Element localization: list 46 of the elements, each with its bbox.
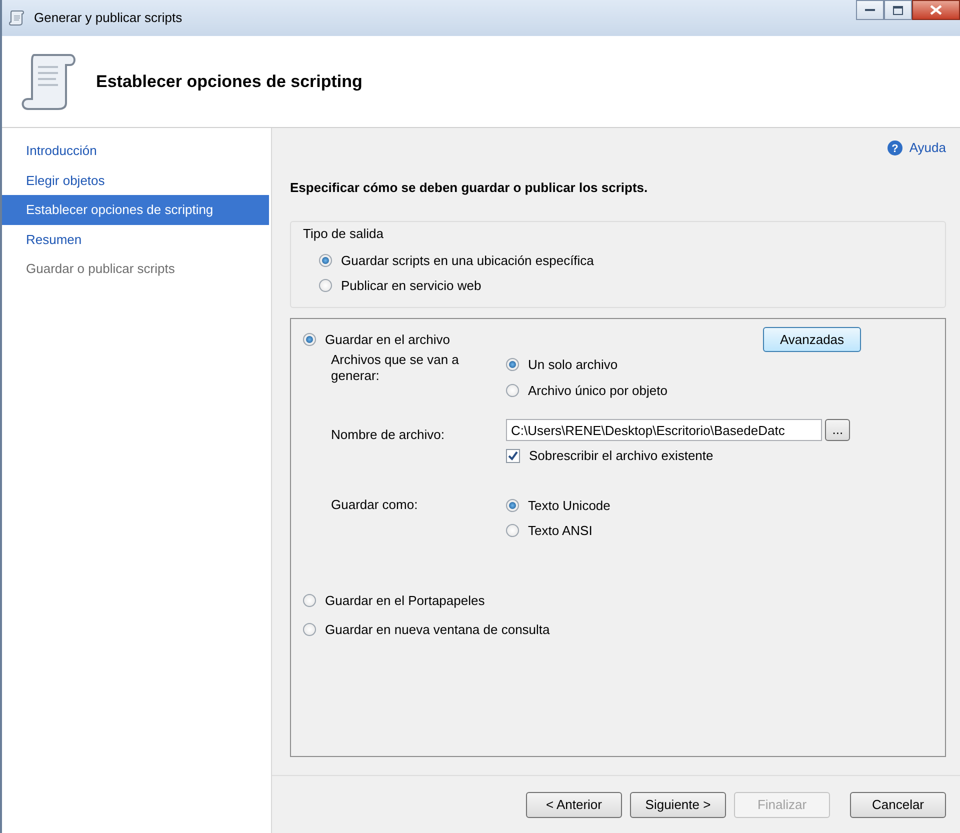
radio-button[interactable] [303, 623, 316, 636]
radio-label: Publicar en servicio web [341, 277, 482, 295]
page-title: Establecer opciones de scripting [96, 70, 362, 93]
advanced-button[interactable]: Avanzadas [763, 326, 861, 352]
radio-label: Guardar en el archivo [325, 330, 450, 348]
wizard-button[interactable]: Siguiente > [630, 792, 726, 818]
radio-label: Guardar scripts en una ubicación específica [341, 252, 594, 270]
radio-button[interactable] [319, 254, 332, 267]
sidebar-item[interactable]: Establecer opciones de scripting [2, 195, 269, 224]
sidebar-item[interactable]: Elegir objetos [2, 166, 269, 195]
filename-field[interactable]: C:\Users\RENE\Desktop\Escritorio\BasedeDatc [506, 419, 822, 441]
help-icon: ? [887, 140, 904, 156]
radio-label: Un solo archivo [528, 356, 618, 374]
close-icon [930, 5, 942, 15]
field-label: Nombre de archivo: [331, 426, 446, 444]
minimize-icon [865, 8, 875, 12]
sidebar-item[interactable]: Resumen [2, 224, 269, 254]
close-button[interactable] [912, 0, 960, 20]
scroll-icon [8, 9, 26, 27]
window-title: Generar y publicar scripts [34, 9, 182, 28]
radio-label: Texto Unicode [528, 496, 610, 514]
minimize-button[interactable] [856, 0, 884, 20]
radio-label: Texto ANSI [528, 522, 592, 540]
radio-button[interactable] [506, 498, 519, 512]
radio-label: Guardar en el Portapapeles [325, 592, 485, 610]
help-link[interactable]: Ayuda [909, 138, 946, 158]
field-label: Guardar como: [331, 496, 419, 514]
radio-button[interactable] [506, 524, 519, 538]
instruction-text: Especificar cómo se deben guardar o publicar los scripts. [290, 178, 649, 197]
radio-button[interactable] [319, 279, 332, 292]
maximize-button[interactable] [884, 0, 912, 20]
radio-label: Archivo único por objeto [528, 382, 668, 400]
checkbox-label: Sobrescribir el archivo existente [529, 447, 714, 465]
maximize-icon [893, 6, 903, 14]
wizard-button[interactable]: Cancelar [850, 792, 946, 818]
radio-button[interactable] [506, 358, 519, 372]
radio-button[interactable] [303, 332, 316, 346]
checkbox[interactable] [506, 448, 520, 463]
field-label: Archivos que se van a generar: [331, 352, 460, 384]
wizard-button[interactable]: < Anterior [526, 792, 622, 818]
browse-button[interactable]: ... [825, 419, 850, 441]
radio-label: Guardar en nueva ventana de consulta [325, 621, 550, 639]
radio-button[interactable] [303, 594, 316, 607]
sidebar-item[interactable]: Introducción [2, 136, 269, 166]
group-label: Tipo de salida [303, 225, 384, 243]
radio-button[interactable] [506, 384, 519, 397]
